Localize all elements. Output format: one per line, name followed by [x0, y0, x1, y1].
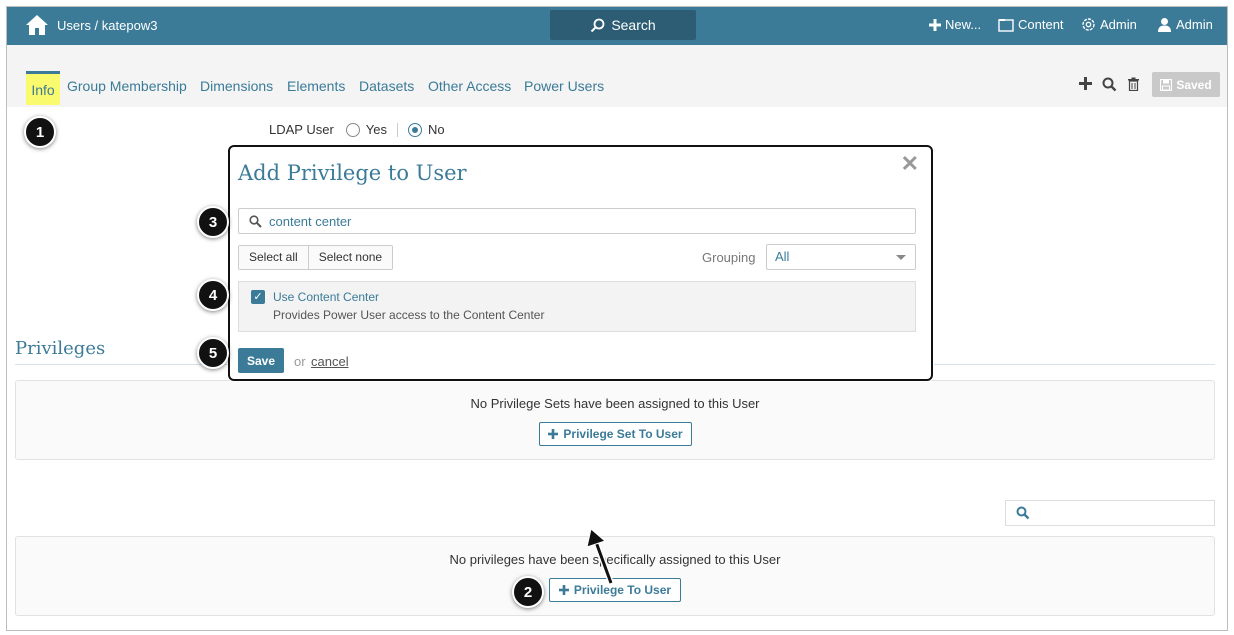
content-label: Content — [1018, 17, 1064, 32]
search-icon — [590, 18, 605, 33]
ldap-no-label: No — [428, 122, 445, 137]
trash-icon[interactable] — [1127, 77, 1140, 91]
home-icon[interactable] — [25, 14, 49, 36]
search-icon — [1016, 506, 1030, 520]
tab-group-membership[interactable]: Group Membership — [67, 78, 187, 94]
privilege-checkbox[interactable]: ✓ — [251, 290, 265, 304]
plus-icon — [548, 429, 559, 439]
admin-menu[interactable]: Admin — [1081, 17, 1137, 32]
plus-icon — [929, 18, 941, 31]
plus-icon — [558, 585, 569, 595]
ldap-user-row: LDAP User Yes No — [269, 122, 445, 137]
select-none-button[interactable]: Select none — [307, 246, 393, 269]
ldap-yes-radio[interactable] — [345, 122, 360, 137]
breadcrumb[interactable]: Users / katepow3 — [57, 18, 157, 33]
privilege-name: Use Content Center — [273, 290, 380, 304]
search-icon[interactable] — [1102, 77, 1117, 92]
privilege-sets-panel: No Privilege Sets have been assigned to … — [15, 380, 1215, 460]
top-bar: Users / katepow3 Search New... Content A… — [7, 7, 1227, 45]
content-menu[interactable]: Content — [998, 17, 1064, 32]
step-marker-4: 4 — [197, 279, 229, 311]
step-marker-2: 2 — [512, 576, 544, 608]
or-label: or — [294, 354, 306, 369]
privileges-search-input[interactable] — [1005, 500, 1215, 526]
add-privilege-set-button[interactable]: Privilege Set To User — [539, 422, 692, 446]
saved-label: Saved — [1176, 77, 1212, 92]
ldap-yes-label: Yes — [365, 122, 388, 137]
grouping-value: All — [775, 249, 790, 264]
step-marker-3: 3 — [197, 206, 229, 238]
privileges-heading: Privileges — [15, 338, 106, 359]
app-frame: Users / katepow3 Search New... Content A… — [6, 6, 1228, 631]
annotation-arrow — [586, 528, 614, 585]
selection-buttons: Select all Select none — [238, 245, 394, 270]
modal-title: Add Privilege to User — [238, 161, 467, 185]
privilege-sets-message: No Privilege Sets have been assigned to … — [470, 396, 760, 411]
user-menu[interactable]: Admin — [1157, 17, 1213, 32]
ldap-user-label: LDAP User — [269, 122, 334, 137]
folder-icon — [998, 18, 1014, 32]
tabs-bar: Info Group Membership Dimensions Element… — [7, 45, 1227, 107]
add-icon[interactable] — [1079, 77, 1092, 90]
add-privilege-set-label: Privilege Set To User — [563, 427, 683, 441]
global-search-button[interactable]: Search — [550, 10, 696, 40]
grouping-label: Grouping — [702, 250, 756, 265]
privilege-search-value: content center — [269, 213, 352, 229]
save-button[interactable]: Save — [238, 348, 284, 373]
search-icon — [249, 214, 262, 228]
tab-power-users[interactable]: Power Users — [524, 78, 604, 94]
close-icon[interactable]: ✕ — [901, 151, 919, 177]
admin-label: Admin — [1100, 17, 1137, 32]
user-label: Admin — [1176, 17, 1213, 32]
divider — [397, 122, 399, 137]
tab-dimensions[interactable]: Dimensions — [200, 78, 273, 94]
privilege-description: Provides Power User access to the Conten… — [273, 308, 545, 322]
floppy-disk-icon — [1160, 78, 1173, 91]
saved-button[interactable]: Saved — [1152, 72, 1220, 97]
cancel-link[interactable]: cancel — [311, 354, 349, 369]
tab-elements[interactable]: Elements — [287, 78, 345, 94]
tab-info[interactable]: Info — [26, 71, 60, 105]
gear-icon — [1081, 17, 1096, 32]
add-privilege-modal: Add Privilege to User ✕ content center S… — [228, 145, 933, 381]
privilege-list-item[interactable]: ✓ Use Content Center Provides Power User… — [238, 281, 916, 332]
new-label: New... — [945, 17, 982, 32]
privilege-search-input[interactable]: content center — [238, 208, 916, 234]
step-marker-1: 1 — [24, 116, 56, 148]
tab-other-access[interactable]: Other Access — [428, 78, 511, 94]
grouping-select[interactable]: All — [766, 244, 916, 270]
search-label: Search — [611, 17, 656, 33]
tab-datasets[interactable]: Datasets — [359, 78, 414, 94]
ldap-no-radio[interactable] — [408, 122, 423, 137]
user-icon — [1157, 17, 1172, 32]
step-marker-5: 5 — [197, 337, 229, 369]
select-all-button[interactable]: Select all — [239, 246, 308, 269]
new-menu[interactable]: New... — [929, 17, 981, 32]
chevron-down-icon — [896, 255, 906, 260]
